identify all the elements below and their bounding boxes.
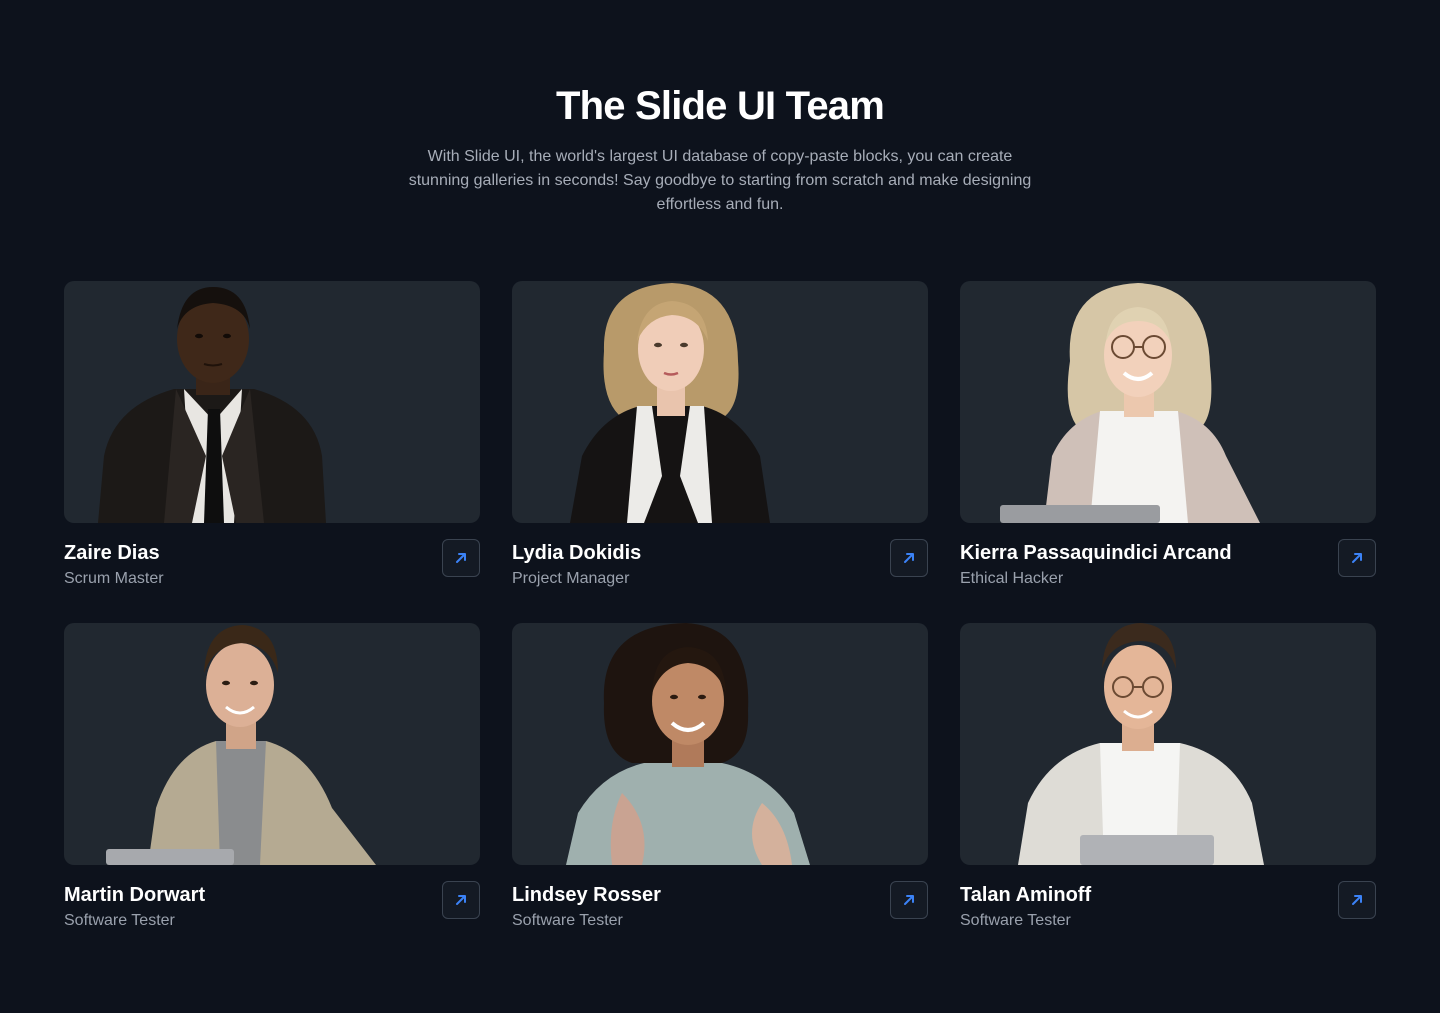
profile-link-button[interactable] [1338, 881, 1376, 919]
team-card: Martin Dorwart Software Tester [64, 623, 480, 965]
member-role: Software Tester [960, 912, 1071, 929]
arrow-up-right-icon [456, 553, 466, 563]
profile-link-button[interactable] [890, 881, 928, 919]
arrow-up-right-icon [456, 895, 466, 905]
member-info: Martin Dorwart Software Tester [64, 881, 480, 941]
page-title: The Slide UI Team [556, 84, 885, 128]
arrow-up-right-icon [904, 553, 914, 563]
member-role: Software Tester [64, 912, 175, 929]
team-card: Zaire Dias Scrum Master [64, 281, 480, 623]
member-name: Martin Dorwart [64, 884, 206, 906]
arrow-up-right-icon [904, 895, 914, 905]
member-name: Lindsey Rosser [512, 884, 661, 906]
member-photo [512, 623, 928, 865]
member-photo [960, 623, 1376, 865]
team-card: Talan Aminoff Software Tester [960, 623, 1376, 965]
profile-link-button[interactable] [442, 881, 480, 919]
arrow-up-right-icon [1352, 553, 1362, 563]
arrow-up-right-icon [1352, 895, 1362, 905]
member-role: Project Manager [512, 570, 630, 587]
member-photo [64, 281, 480, 523]
member-info: Talan Aminoff Software Tester [960, 881, 1376, 941]
team-grid: Zaire Dias Scrum Master Lydia Dokidis Pr… [64, 281, 1376, 965]
profile-link-button[interactable] [1338, 539, 1376, 577]
member-role: Ethical Hacker [960, 570, 1064, 587]
profile-link-button[interactable] [442, 539, 480, 577]
page-subtitle: With Slide UI, the world's largest UI da… [408, 148, 1032, 213]
profile-link-button[interactable] [890, 539, 928, 577]
member-info: Lydia Dokidis Project Manager [512, 539, 928, 599]
member-name: Lydia Dokidis [512, 542, 642, 564]
member-info: Kierra Passaquindici Arcand Ethical Hack… [960, 539, 1376, 599]
member-info: Zaire Dias Scrum Master [64, 539, 480, 599]
team-card: Lindsey Rosser Software Tester [512, 623, 928, 965]
team-card: Lydia Dokidis Project Manager [512, 281, 928, 623]
member-name: Zaire Dias [64, 542, 160, 564]
member-info: Lindsey Rosser Software Tester [512, 881, 928, 941]
member-role: Scrum Master [64, 570, 164, 587]
member-photo [64, 623, 480, 865]
team-card: Kierra Passaquindici Arcand Ethical Hack… [960, 281, 1376, 623]
member-photo [960, 281, 1376, 523]
member-photo [512, 281, 928, 523]
member-role: Software Tester [512, 912, 623, 929]
member-name: Talan Aminoff [960, 884, 1092, 906]
member-name: Kierra Passaquindici Arcand [960, 542, 1232, 564]
